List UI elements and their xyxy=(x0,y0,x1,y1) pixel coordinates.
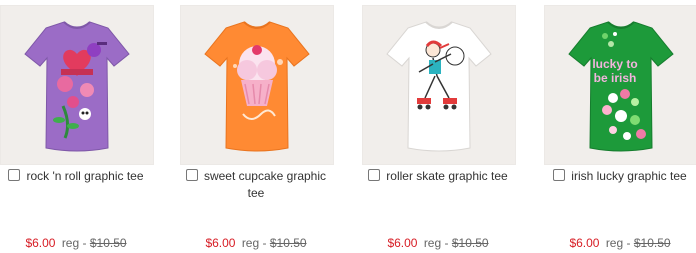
product-image[interactable]: lucky to be irish xyxy=(544,5,696,165)
product-card: sweet cupcake graphic tee $6.00 reg - $1… xyxy=(180,5,340,253)
reg-label: reg - xyxy=(241,236,267,250)
shirt-text-line1: lucky to xyxy=(592,57,637,71)
price-row: $6.00 reg - $10.50 xyxy=(362,236,514,250)
product-name[interactable]: irish lucky graphic tee xyxy=(571,169,686,183)
price-row: $6.00 reg - $10.50 xyxy=(0,236,152,250)
product-name-row: roller skate graphic tee xyxy=(362,168,514,185)
price-row: $6.00 reg - $10.50 xyxy=(180,236,332,250)
product-grid: rock 'n roll graphic tee $6.00 reg - $10… xyxy=(0,0,696,253)
reg-label: reg - xyxy=(61,236,87,250)
product-name-row: sweet cupcake graphic tee xyxy=(180,168,332,202)
product-card: rock 'n roll graphic tee $6.00 reg - $10… xyxy=(0,5,160,253)
product-card: lucky to be irish irish lucky graphic te… xyxy=(544,5,696,253)
product-name-row: irish lucky graphic tee xyxy=(544,168,696,185)
product-name[interactable]: roller skate graphic tee xyxy=(386,169,507,183)
irish-lucky-tee-image: lucky to be irish xyxy=(568,21,674,152)
price-row: $6.00 reg - $10.50 xyxy=(544,236,696,250)
product-image[interactable] xyxy=(180,5,334,165)
product-image[interactable] xyxy=(0,5,154,165)
compare-checkbox[interactable] xyxy=(185,169,198,181)
product-card: roller skate graphic tee $6.00 reg - $10… xyxy=(362,5,522,253)
sale-price: $6.00 xyxy=(205,236,236,250)
sale-price: $6.00 xyxy=(25,236,56,250)
product-image[interactable] xyxy=(362,5,516,165)
regular-price: $10.50 xyxy=(633,236,671,250)
product-name[interactable]: rock 'n roll graphic tee xyxy=(26,169,143,183)
sale-price: $6.00 xyxy=(569,236,600,250)
roller-skate-tee-image xyxy=(386,21,492,152)
shirt-text-line2: be irish xyxy=(594,71,637,85)
regular-price: $10.50 xyxy=(89,236,127,250)
compare-checkbox[interactable] xyxy=(368,169,381,181)
product-name[interactable]: sweet cupcake graphic tee xyxy=(204,169,326,200)
sweet-cupcake-tee-image xyxy=(204,21,310,152)
product-name-row: rock 'n roll graphic tee xyxy=(0,168,152,185)
reg-label: reg - xyxy=(423,236,449,250)
reg-label: reg - xyxy=(605,236,631,250)
sale-price: $6.00 xyxy=(387,236,418,250)
regular-price: $10.50 xyxy=(451,236,489,250)
regular-price: $10.50 xyxy=(269,236,307,250)
compare-checkbox[interactable] xyxy=(553,169,566,181)
compare-checkbox[interactable] xyxy=(8,169,21,181)
rock-n-roll-tee-image xyxy=(24,21,130,152)
